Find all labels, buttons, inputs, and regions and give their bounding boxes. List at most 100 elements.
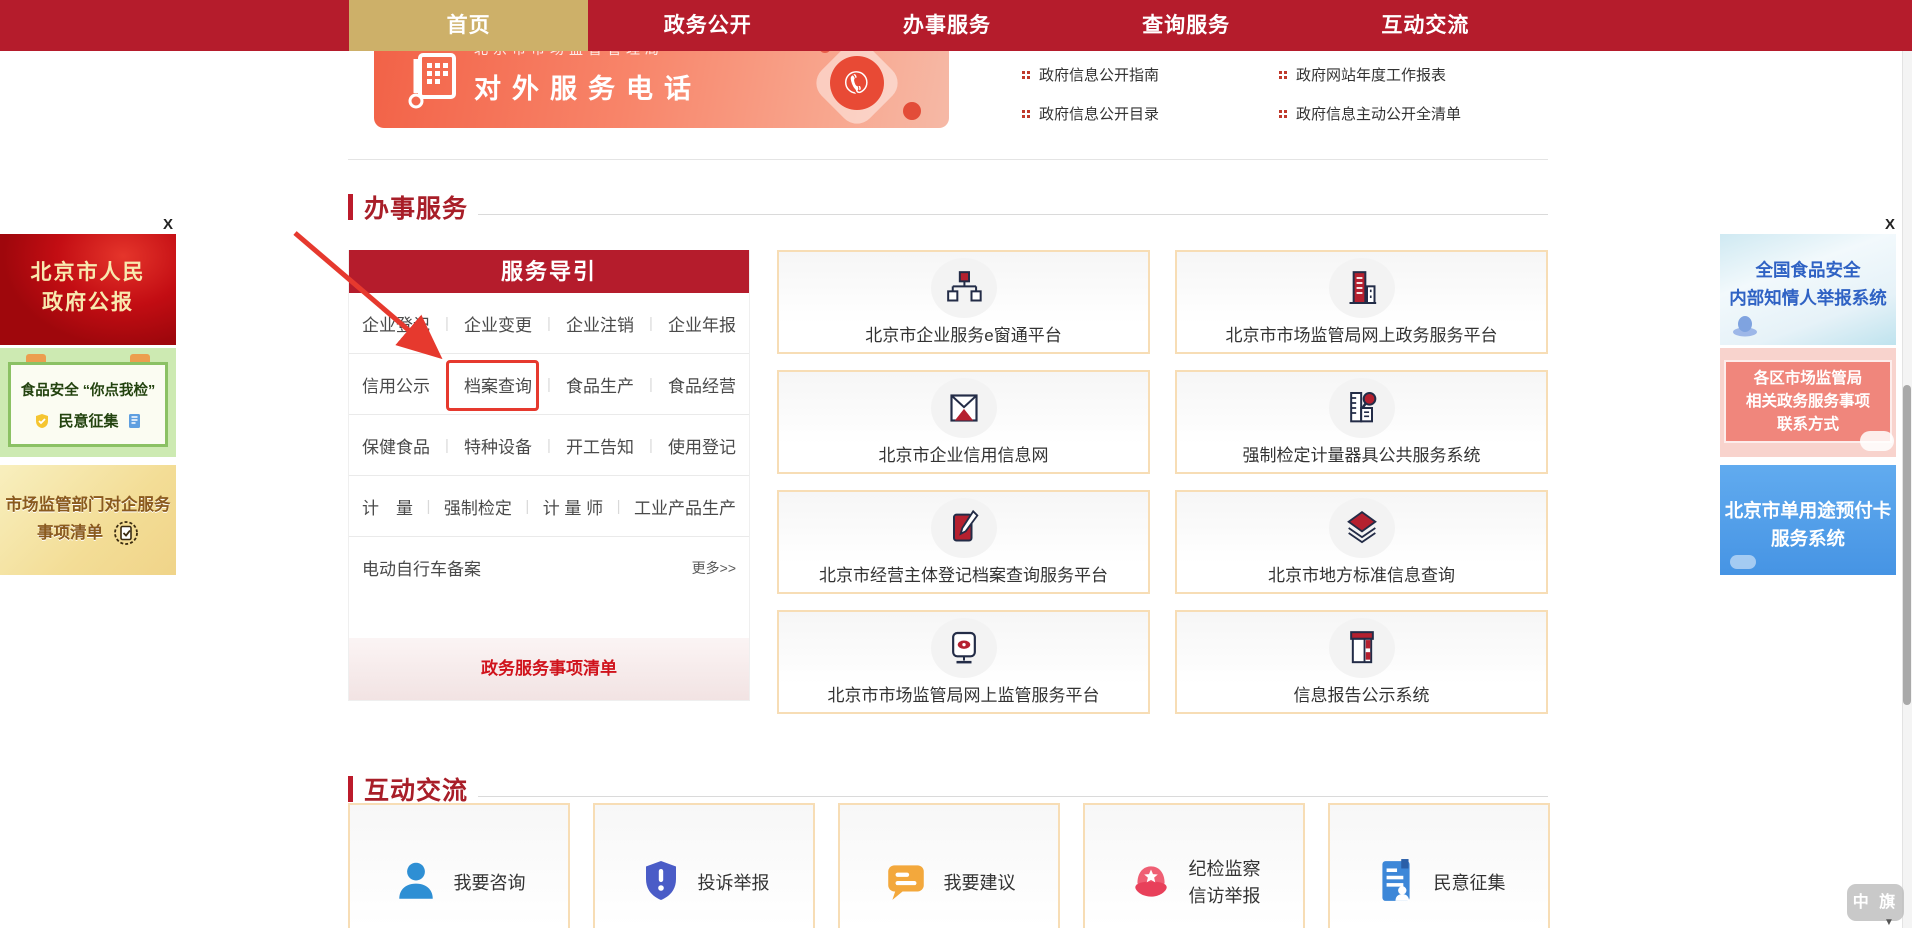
phone-glyph-icon: ✆ (819, 45, 895, 121)
platform-card-archive-query-platform[interactable]: 北京市经营主体登记档案查询服务平台 (777, 490, 1150, 594)
guide-link-company-cancellation[interactable]: 企业注销 (566, 311, 634, 336)
nav-tab-services[interactable]: 办事服务 (827, 0, 1066, 51)
left-ads-close-button[interactable]: X (163, 216, 173, 233)
cap-star-icon (1128, 858, 1174, 909)
guide-link-industrial-products[interactable]: 工业产品生产 (634, 494, 736, 519)
guide-link-credit-publicity[interactable]: 信用公示 (362, 372, 430, 397)
shield-check-icon (34, 413, 50, 429)
top-nav: 首页 政务公开 办事服务 查询服务 互动交流 (0, 0, 1912, 51)
right-ad-district-contacts[interactable]: 各区市场监管局 相关政务服务事项 联系方式 (1720, 348, 1896, 457)
right-ad-whistleblower-system[interactable]: 全国食品安全内部知情人举报系统 (1720, 234, 1896, 345)
guide-link-compulsory-verification[interactable]: 强制检定 (444, 494, 512, 519)
phone-keypad-icon (408, 53, 460, 116)
guide-link-special-equipment[interactable]: 特种设备 (464, 433, 532, 458)
separator: | (547, 376, 551, 393)
ad-text: 各区市场监管局 相关政务服务事项 联系方式 (1726, 367, 1890, 437)
dots-icon (1022, 110, 1025, 113)
service-guide-title: 服务导引 (349, 250, 749, 293)
link-annual-report[interactable]: 政府网站年度工作报表 (1279, 64, 1548, 85)
guide-row-5: 电动自行车备案 更多>> (349, 537, 749, 598)
section-title: 互动交流 (364, 771, 468, 807)
link-label: 政府信息公开指南 (1039, 64, 1159, 85)
platform-card-info-report[interactable]: 信息报告公示系统 (1175, 610, 1548, 714)
nav-tab-gov-info[interactable]: 政务公开 (588, 0, 827, 51)
platform-card-local-standards[interactable]: 北京市地方标准信息查询 (1175, 490, 1548, 594)
platform-label: 北京市地方标准信息查询 (1268, 561, 1455, 586)
dots-icon (1279, 71, 1282, 74)
guide-link-construction-notice[interactable]: 开工告知 (566, 433, 634, 458)
platform-card-online-gov-service[interactable]: 北京市市场监管局网上政务服务平台 (1175, 250, 1548, 354)
left-ad-gov-gazette[interactable]: 北京市人民政府公报 (0, 234, 176, 345)
kiosk-icon (1329, 618, 1395, 678)
guide-link-usage-registration[interactable]: 使用登记 (668, 433, 736, 458)
right-ad-prepaid-card-system[interactable]: 北京市单用途预付卡服务系统 (1720, 465, 1896, 575)
gov-info-links: 政府信息公开指南 政府网站年度工作报表 政府信息公开目录 政府信息主动公开全清单 (1022, 55, 1548, 135)
nav-tab-query[interactable]: 查询服务 (1067, 0, 1306, 51)
nav-tabs: 首页 政务公开 办事服务 查询服务 互动交流 (349, 0, 1545, 51)
guide-link-company-change[interactable]: 企业变更 (464, 311, 532, 336)
guide-link-food-production[interactable]: 食品生产 (566, 372, 634, 397)
platform-card-online-supervision[interactable]: 北京市市场监管局网上监管服务平台 (777, 610, 1150, 714)
dots-icon (1022, 71, 1025, 74)
card-public-opinion[interactable]: 民意征集 (1328, 803, 1550, 928)
guide-link-food-business[interactable]: 食品经营 (668, 372, 736, 397)
clipboard-check-icon (113, 520, 139, 546)
platform-card-ewindow[interactable]: 北京市企业服务e窗通平台 (777, 250, 1150, 354)
left-ad-food-safety-poll[interactable]: 食品安全 “你点我检” 民意征集 (0, 348, 176, 457)
guide-link-health-food[interactable]: 保健食品 (362, 433, 430, 458)
section-accent-bar (348, 776, 353, 802)
separator: | (445, 315, 449, 332)
divider (348, 159, 1548, 160)
chat-bubble-icon (883, 858, 929, 909)
left-ad-enterprise-service-list[interactable]: 市场监管部门对企服务 事项清单 (0, 465, 176, 575)
guide-link-annual-report[interactable]: 企业年报 (668, 311, 736, 336)
link-label: 政府网站年度工作报表 (1296, 64, 1446, 85)
separator: | (547, 437, 551, 454)
banner-title: 对外服务电话 (474, 67, 702, 106)
guide-link-company-registration[interactable]: 企业登记 (362, 311, 430, 336)
card-complaint-report[interactable]: 投诉举报 (593, 803, 815, 928)
separator: | (426, 498, 430, 515)
guide-link-metrology-engineer[interactable]: 计 量 师 (543, 494, 603, 519)
link-label: 政府信息主动公开全清单 (1296, 103, 1461, 124)
link-proactive-disclosure[interactable]: 政府信息主动公开全清单 (1279, 103, 1548, 124)
card-suggestion[interactable]: 我要建议 (838, 803, 1060, 928)
nav-tab-interaction[interactable]: 互动交流 (1306, 0, 1545, 51)
separator: | (649, 437, 653, 454)
guide-link-ebike-filing[interactable]: 电动自行车备案 (362, 555, 481, 580)
cloud-decor (1860, 431, 1894, 451)
card-label: 我要咨询 (454, 870, 526, 897)
scrollbar-track[interactable] (1902, 0, 1912, 928)
guide-row-1: 企业登记 | 企业变更 | 企业注销 | 企业年报 (349, 293, 749, 354)
card-discipline-inspection[interactable]: 纪检监察信访举报 (1083, 803, 1305, 928)
translate-widget[interactable]: 中 旗 (1847, 884, 1904, 921)
platform-card-credit-info[interactable]: 北京市企业信用信息网 (777, 370, 1150, 474)
platform-label: 北京市市场监管局网上政务服务平台 (1226, 321, 1498, 346)
more-link[interactable]: 更多>> (692, 558, 736, 578)
platform-label: 北京市企业信用信息网 (879, 441, 1049, 466)
card-consult[interactable]: 我要咨询 (348, 803, 570, 928)
platform-label: 北京市市场监管局网上监管服务平台 (828, 681, 1100, 706)
separator: | (649, 315, 653, 332)
sitemap-icon (931, 258, 997, 318)
guide-link-archive-query[interactable]: 档案查询 (464, 372, 532, 397)
right-ads-close-button[interactable]: X (1885, 216, 1895, 233)
nav-tab-home[interactable]: 首页 (349, 0, 588, 51)
link-gov-info-guide[interactable]: 政府信息公开指南 (1022, 64, 1279, 85)
gauge-search-icon (1329, 378, 1395, 438)
shield-exclaim-icon (639, 858, 683, 909)
separator: | (547, 315, 551, 332)
person-icon (393, 858, 439, 909)
document-person-icon (1373, 858, 1419, 909)
ad-text: 全国食品安全内部知情人举报系统 (1720, 256, 1896, 312)
scrollbar-thumb[interactable] (1903, 385, 1911, 705)
service-items-list-link[interactable]: 政务服务事项清单 (349, 638, 749, 700)
guide-row-4: 计 量| 强制检定| 计 量 师| 工业产品生产 (349, 476, 749, 537)
separator: | (617, 498, 621, 515)
separator: | (649, 376, 653, 393)
service-guide-panel: 服务导引 企业登记| 企业变更| 企业注销| 企业年报 信用公示| 档案查询| … (348, 250, 750, 701)
card-label: 纪检监察信访举报 (1189, 856, 1261, 910)
guide-link-metrology[interactable]: 计 量 (362, 494, 413, 519)
link-gov-info-catalog[interactable]: 政府信息公开目录 (1022, 103, 1279, 124)
platform-card-metering-verification[interactable]: 强制检定计量器具公共服务系统 (1175, 370, 1548, 474)
